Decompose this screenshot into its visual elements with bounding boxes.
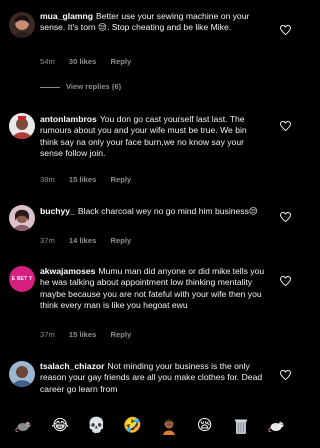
comment-time: 37m xyxy=(40,330,55,339)
comment-body: akwajamoses Mumu man did anyone or did mi… xyxy=(40,266,266,311)
comment-meta: 38m 15 likes Reply xyxy=(40,175,143,184)
heart-icon[interactable] xyxy=(280,212,291,222)
comment-body: tsalach_chiazor Not minding your business… xyxy=(40,361,266,401)
joy-icon[interactable]: 😂 xyxy=(50,416,70,436)
emoji-reaction-bar: 😂 💀 🤣 😪 xyxy=(0,404,301,448)
comment-meta: 37m 15 likes Reply xyxy=(40,330,143,339)
comment-likes[interactable]: 30 likes xyxy=(69,57,96,66)
view-replies-button[interactable]: View replies (6) xyxy=(40,82,121,91)
avatar[interactable]: E BET Y xyxy=(9,266,35,292)
sleepy-icon[interactable]: 😪 xyxy=(195,416,215,436)
comment-likes[interactable]: 14 likes xyxy=(69,236,96,245)
comment-meta: 37m 14 likes Reply xyxy=(40,236,143,245)
comment-body: mua_glamng Better use your sewing machine… xyxy=(40,11,266,34)
wastebasket-icon[interactable] xyxy=(231,416,251,436)
comment-time: 38m xyxy=(40,175,55,184)
rofl-icon[interactable]: 🤣 xyxy=(122,416,142,436)
comment-username[interactable]: mua_glamng xyxy=(40,11,93,21)
comment-meta: 54m 30 likes Reply xyxy=(40,57,143,66)
comment-time: 54m xyxy=(40,57,55,66)
reply-button[interactable]: Reply xyxy=(110,57,131,66)
heart-icon[interactable] xyxy=(280,370,291,380)
heart-icon[interactable] xyxy=(280,276,291,286)
user-photo-icon xyxy=(9,113,35,139)
divider xyxy=(40,86,60,88)
user-photo-icon xyxy=(9,205,35,231)
comment-username[interactable]: akwajamoses xyxy=(40,266,95,276)
view-replies-label: View replies (6) xyxy=(66,82,122,91)
reply-button[interactable]: Reply xyxy=(110,330,131,339)
comments-screen: mua_glamng Better use your sewing machine… xyxy=(0,0,301,448)
comment-username[interactable]: tsalach_chiazor xyxy=(40,361,104,371)
heart-icon[interactable] xyxy=(280,25,291,35)
reply-button[interactable]: Reply xyxy=(110,175,131,184)
heart-icon[interactable] xyxy=(280,121,291,131)
comment-body: antonlambros You don go cast yourself las… xyxy=(40,114,266,159)
avatar-logo-text: E BET Y xyxy=(11,276,33,282)
user-photo-icon xyxy=(9,361,35,387)
reply-button[interactable]: Reply xyxy=(110,236,131,245)
avatar[interactable] xyxy=(9,113,35,139)
avatar[interactable] xyxy=(9,12,35,38)
comment-likes[interactable]: 15 likes xyxy=(69,175,96,184)
avatar[interactable] xyxy=(9,361,35,387)
rat-icon[interactable] xyxy=(267,416,287,436)
comment-username[interactable]: antonlambros xyxy=(40,114,97,124)
rat-icon[interactable] xyxy=(14,416,34,436)
user-photo-icon xyxy=(9,12,35,38)
comment-body: buchyy_ Black charcoal wey no go mind him… xyxy=(40,206,266,217)
man-facepalming-icon[interactable] xyxy=(159,416,179,436)
comment-text: Black charcoal wey no go mind him busine… xyxy=(77,206,258,216)
comment-time: 37m xyxy=(40,236,55,245)
comment-likes[interactable]: 15 likes xyxy=(69,330,96,339)
avatar[interactable] xyxy=(9,205,35,231)
skull-icon[interactable]: 💀 xyxy=(86,416,106,436)
comment-username[interactable]: buchyy_ xyxy=(40,206,75,216)
